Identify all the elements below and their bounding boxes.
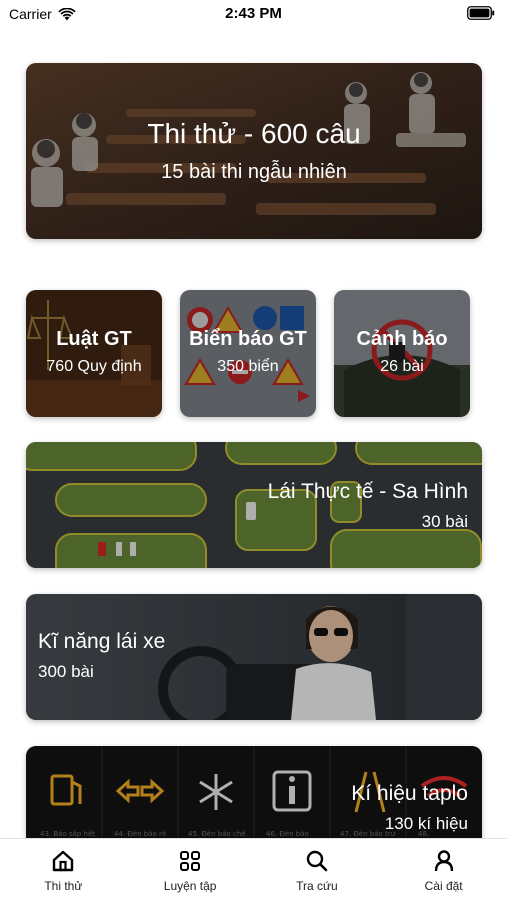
mock-exam-card[interactable]: Thi thử - 600 câu 15 bài thi ngẫu nhiên xyxy=(26,63,482,239)
grid-icon xyxy=(180,851,201,871)
road-signs-title: Biển báo GT xyxy=(189,328,307,350)
mock-exam-subtitle: 15 bài thi ngẫu nhiên xyxy=(161,161,347,183)
traffic-law-card[interactable]: Luật GT 760 Quy định xyxy=(26,290,162,417)
battery-icon xyxy=(467,6,495,25)
hero-overlay xyxy=(26,63,482,239)
warning-card[interactable]: Cảnh báo 26 bài xyxy=(334,290,470,417)
traffic-law-subtitle: 760 Quy định xyxy=(46,358,142,375)
practical-driving-card[interactable]: Lái Thực tế - Sa Hình 30 bài xyxy=(26,442,482,568)
driving-skills-card[interactable]: Kĩ năng lái xe 300 bài xyxy=(26,594,482,720)
clock: 2:43 PM xyxy=(225,5,282,22)
tab-practice-label: Luyện tập xyxy=(163,879,217,893)
warning-subtitle: 26 bài xyxy=(380,358,424,375)
road-signs-card[interactable]: Biển báo GT 350 biển xyxy=(180,290,316,417)
practical-driving-title: Lái Thực tế - Sa Hình xyxy=(267,480,468,503)
road-signs-subtitle: 350 biển xyxy=(217,358,279,375)
warning-title: Cảnh báo xyxy=(356,328,448,350)
tab-lookup-label: Tra cứu xyxy=(296,879,338,893)
tab-mock-exam-label: Thi thử xyxy=(44,879,83,893)
home-icon xyxy=(53,850,74,872)
road-signs-overlay xyxy=(180,290,316,417)
warning-overlay xyxy=(334,290,470,417)
dashboard-symbols-subtitle: 130 kí hiệu xyxy=(384,814,468,833)
dashboard-symbols-title: Kí hiệu taplo xyxy=(351,782,468,805)
tab-settings[interactable]: Cài đặt xyxy=(380,839,507,900)
practical-driving-subtitle: 30 bài xyxy=(421,512,468,531)
tab-bar: Thi thử Luyện tập Tra cứu Cài đặt xyxy=(0,838,507,900)
tab-practice[interactable]: Luyện tập xyxy=(127,839,254,900)
tab-lookup[interactable]: Tra cứu xyxy=(254,839,381,900)
search-icon xyxy=(306,850,328,872)
driving-skills-title: Kĩ năng lái xe xyxy=(38,630,166,653)
driving-skills-subtitle: 300 bài xyxy=(38,662,94,681)
person-icon xyxy=(434,850,453,872)
traffic-law-overlay xyxy=(26,290,162,417)
practical-driving-overlay xyxy=(26,442,482,568)
traffic-law-title: Luật GT xyxy=(56,328,132,350)
tab-mock-exam[interactable]: Thi thử xyxy=(0,839,127,900)
status-bar: Carrier 2:43 PM xyxy=(0,0,507,30)
tab-settings-label: Cài đặt xyxy=(424,879,463,893)
mock-exam-title: Thi thử - 600 câu xyxy=(147,118,361,149)
driving-skills-overlay xyxy=(26,594,482,720)
